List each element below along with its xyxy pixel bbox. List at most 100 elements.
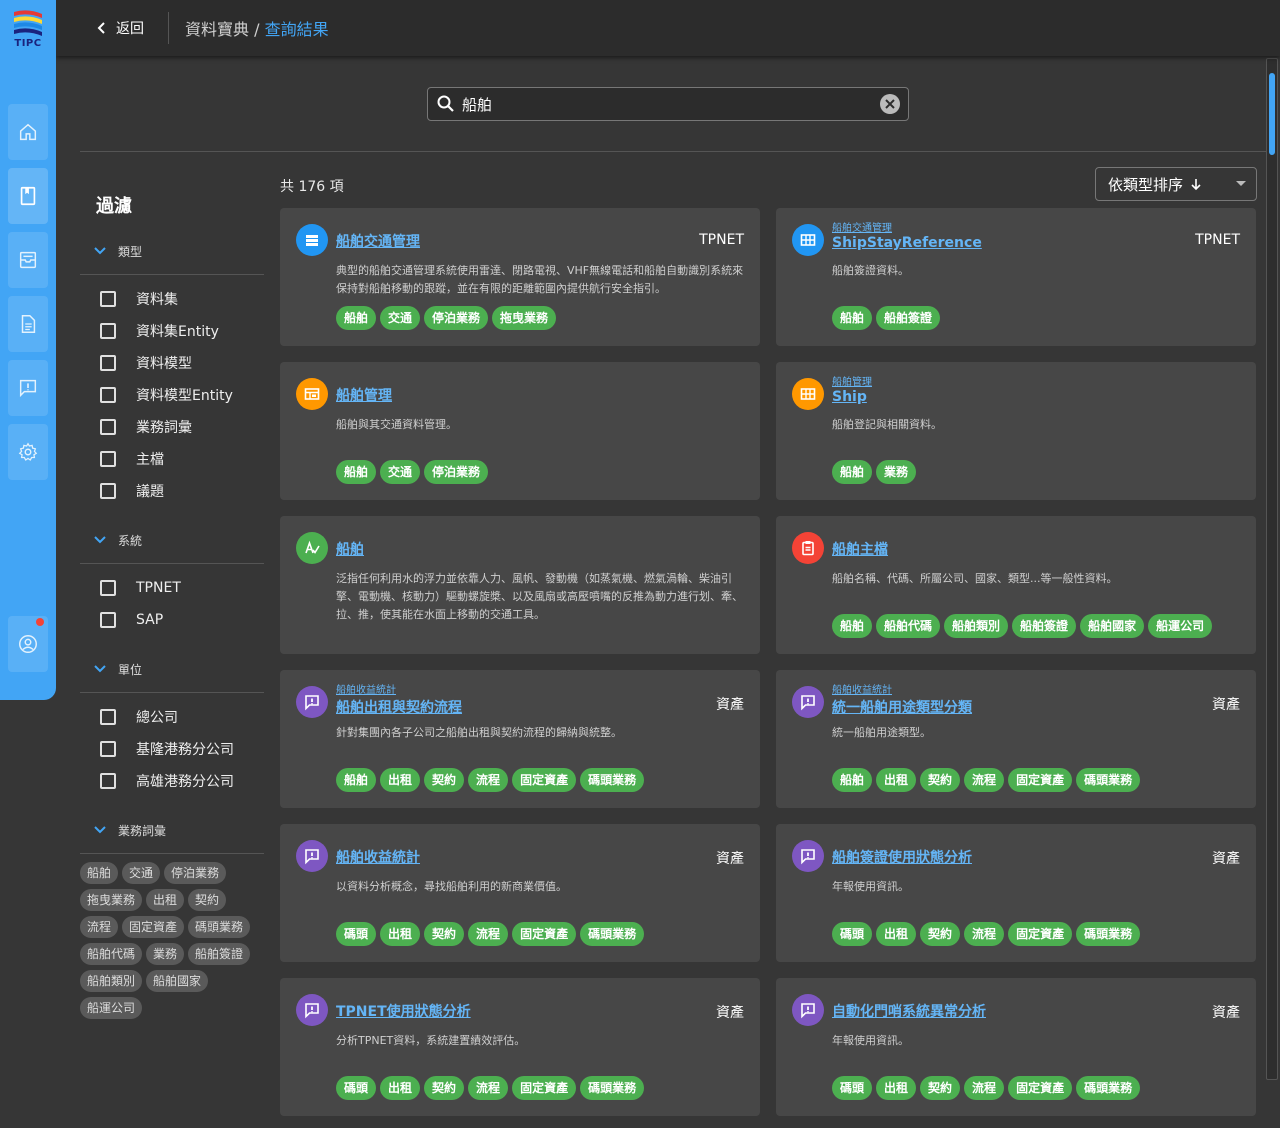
filter-chip[interactable]: 契約 <box>188 889 227 911</box>
filter-checkbox[interactable]: SAP <box>80 604 264 636</box>
filter-checkbox[interactable]: 資料模型Entity <box>80 379 264 411</box>
filter-chip[interactable]: 船舶 <box>80 862 119 884</box>
tag-chip[interactable]: 出租 <box>876 768 917 792</box>
card-title-link[interactable]: 船舶收益統計 <box>336 847 660 867</box>
parent-link[interactable]: 船舶管理 <box>832 377 1156 389</box>
card-title-link[interactable]: ShipStayReference <box>832 235 1156 251</box>
filter-chip[interactable]: 船舶類別 <box>80 970 143 992</box>
card-title-link[interactable]: 船舶出租與契約流程 <box>336 697 660 717</box>
tag-chip[interactable]: 船運公司 <box>1148 614 1213 638</box>
tag-chip[interactable]: 碼頭業務 <box>580 768 645 792</box>
tag-chip[interactable]: 碼頭業務 <box>1076 1076 1141 1100</box>
tag-chip[interactable]: 船舶 <box>336 306 377 330</box>
tag-chip[interactable]: 船舶簽證 <box>1012 614 1077 638</box>
tag-chip[interactable]: 固定資產 <box>512 922 577 946</box>
filter-chip[interactable]: 碼頭業務 <box>188 916 251 938</box>
tag-chip[interactable]: 船舶 <box>336 768 377 792</box>
search-input[interactable] <box>462 95 880 113</box>
filter-chip[interactable]: 船運公司 <box>80 997 143 1019</box>
filter-checkbox[interactable]: TPNET <box>80 572 264 604</box>
tag-chip[interactable]: 船舶簽證 <box>876 306 941 330</box>
result-card[interactable]: 船舶收益統計 船舶出租與契約流程 資產 針對集團內各子公司之船舶出租與契約流程的歸納與… <box>280 670 760 808</box>
filter-chip[interactable]: 船舶國家 <box>146 970 209 992</box>
tag-chip[interactable]: 契約 <box>920 1076 961 1100</box>
breadcrumb-root[interactable]: 資料寶典 / <box>185 20 259 39</box>
tag-chip[interactable]: 停泊業務 <box>424 460 489 484</box>
filter-checkbox[interactable]: 資料集Entity <box>80 315 264 347</box>
result-card[interactable]: 船舶收益統計 統一船舶用途類型分類 資產 統一船舶用途類型。 船舶 出租 契約 流程 固定資產碼… <box>776 670 1256 808</box>
filter-checkbox[interactable]: 高雄港務分公司 <box>80 765 264 797</box>
tag-chip[interactable]: 業務 <box>876 460 917 484</box>
card-title-link[interactable]: 船舶管理 <box>336 385 660 405</box>
tag-chip[interactable]: 交通 <box>380 306 421 330</box>
tag-chip[interactable]: 固定資產 <box>512 1076 577 1100</box>
sort-select[interactable]: 依類型排序 <box>1095 167 1257 201</box>
filter-chip[interactable]: 交通 <box>122 862 161 884</box>
tag-chip[interactable]: 固定資產 <box>512 768 577 792</box>
tag-chip[interactable]: 船舶 <box>336 460 377 484</box>
filter-section-header[interactable]: 類型 <box>80 240 264 262</box>
tag-chip[interactable]: 契約 <box>424 1076 465 1100</box>
back-button[interactable]: 返回 <box>94 18 144 38</box>
result-card[interactable]: 船舶主檔 船舶名稱、代碼、所屬公司、國家、類型...等一般性資料。 船舶 船舶代碼 船舶… <box>776 516 1256 654</box>
tag-chip[interactable]: 流程 <box>964 1076 1005 1100</box>
tag-chip[interactable]: 流程 <box>964 922 1005 946</box>
tag-chip[interactable]: 流程 <box>468 1076 509 1100</box>
nav-home[interactable] <box>8 104 48 160</box>
card-title-link[interactable]: 船舶簽證使用狀態分析 <box>832 847 1156 867</box>
result-card[interactable]: 船舶收益統計 資產 以資料分析概念，尋找船舶利用的新商業價值。 碼頭 出租 契約 流程 固定資… <box>280 824 760 962</box>
card-title-link[interactable]: 船舶交通管理 <box>336 231 660 251</box>
nav-account[interactable] <box>8 616 48 672</box>
tag-chip[interactable]: 船舶國家 <box>1080 614 1145 638</box>
nav-settings[interactable] <box>8 424 48 480</box>
result-card[interactable]: 船舶簽證使用狀態分析 資產 年報使用資訊。 碼頭 出租 契約 流程 固定資產 碼頭業務 <box>776 824 1256 962</box>
tag-chip[interactable]: 船舶類別 <box>944 614 1009 638</box>
tag-chip[interactable]: 碼頭業務 <box>580 1076 645 1100</box>
nav-feedback[interactable] <box>8 360 48 416</box>
result-card[interactable]: 船舶 泛指任何利用水的浮力並依靠人力、風帆、發動機（如蒸氣機、燃氣渦輪、柴油引擎、… <box>280 516 760 654</box>
tag-chip[interactable]: 碼頭 <box>832 922 873 946</box>
tag-chip[interactable]: 契約 <box>424 768 465 792</box>
filter-chip[interactable]: 固定資產 <box>122 916 185 938</box>
filter-chip[interactable]: 出租 <box>146 889 185 911</box>
filter-checkbox[interactable]: 主檔 <box>80 443 264 475</box>
card-title-link[interactable]: 船舶 <box>336 539 660 559</box>
tag-chip[interactable]: 碼頭業務 <box>1076 768 1141 792</box>
tag-chip[interactable]: 碼頭 <box>832 1076 873 1100</box>
result-card[interactable]: TPNET使用狀態分析 資產 分析TPNET資料，系統建置績效評估。 碼頭 出租 契約 流程… <box>280 978 760 1116</box>
tag-chip[interactable]: 船舶 <box>832 614 873 638</box>
tag-chip[interactable]: 船舶 <box>832 460 873 484</box>
filter-section-header[interactable]: 系統 <box>80 529 264 551</box>
filter-section-header[interactable]: 業務詞彙 <box>80 819 264 841</box>
tag-chip[interactable]: 碼頭業務 <box>1076 922 1141 946</box>
tag-chip[interactable]: 契約 <box>920 922 961 946</box>
result-card[interactable]: 船舶交通管理 ShipStayReference TPNET 船舶簽證資料。 船舶 船舶簽… <box>776 208 1256 346</box>
tag-chip[interactable]: 出租 <box>876 922 917 946</box>
scrollbar-thumb[interactable] <box>1269 73 1275 155</box>
card-title-link[interactable]: 自動化門哨系統異常分析 <box>832 1001 1156 1021</box>
tag-chip[interactable]: 碼頭 <box>336 1076 377 1100</box>
filter-checkbox[interactable]: 總公司 <box>80 701 264 733</box>
tag-chip[interactable]: 固定資產 <box>1008 1076 1073 1100</box>
filter-checkbox[interactable]: 資料集 <box>80 283 264 315</box>
nav-inbox[interactable] <box>8 232 48 288</box>
tag-chip[interactable]: 船舶代碼 <box>876 614 941 638</box>
filter-checkbox[interactable]: 資料模型 <box>80 347 264 379</box>
tag-chip[interactable]: 流程 <box>964 768 1005 792</box>
parent-link[interactable]: 船舶收益統計 <box>336 685 660 697</box>
tag-chip[interactable]: 拖曳業務 <box>492 306 557 330</box>
nav-document[interactable] <box>8 296 48 352</box>
tag-chip[interactable]: 固定資產 <box>1008 768 1073 792</box>
tag-chip[interactable]: 碼頭 <box>336 922 377 946</box>
filter-chip[interactable]: 拖曳業務 <box>80 889 143 911</box>
card-title-link[interactable]: 統一船舶用途類型分類 <box>832 697 1156 717</box>
tipc-logo[interactable]: TIPC <box>10 8 46 52</box>
filter-chip[interactable]: 業務 <box>146 943 185 965</box>
tag-chip[interactable]: 船舶 <box>832 768 873 792</box>
tag-chip[interactable]: 流程 <box>468 922 509 946</box>
tag-chip[interactable]: 出租 <box>876 1076 917 1100</box>
filter-chip[interactable]: 流程 <box>80 916 119 938</box>
result-card[interactable]: 船舶管理 Ship 船舶登記與相關資料。 船舶 業務 <box>776 362 1256 500</box>
filter-chip[interactable]: 船舶代碼 <box>80 943 143 965</box>
card-title-link[interactable]: 船舶主檔 <box>832 539 1156 559</box>
